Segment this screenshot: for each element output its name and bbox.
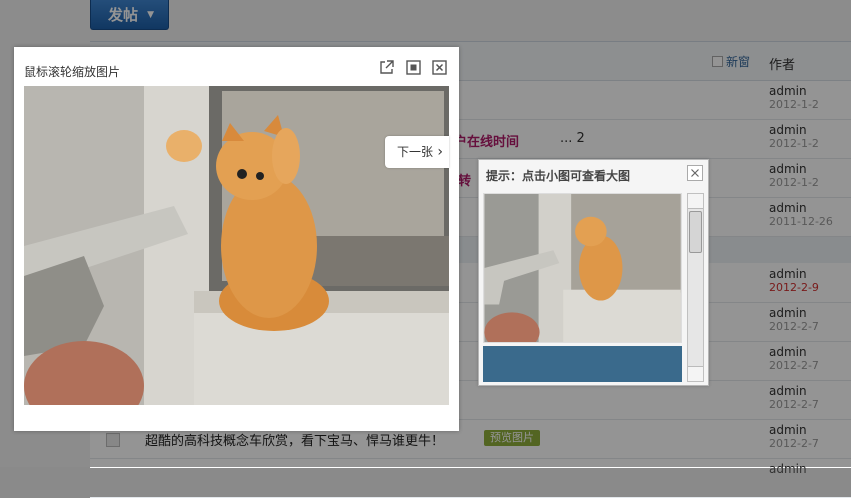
scrollbar[interactable] bbox=[687, 193, 704, 382]
scroll-up-arrow-icon[interactable] bbox=[688, 194, 703, 209]
scrollbar-thumb[interactable] bbox=[689, 211, 702, 253]
close-icon[interactable] bbox=[432, 60, 447, 75]
next-image-label: 下一张 bbox=[397, 145, 434, 159]
thumbnail-image[interactable] bbox=[483, 193, 682, 343]
zoom-hint: 鼠标滚轮缩放图片 bbox=[24, 65, 121, 79]
open-in-new-window-icon[interactable] bbox=[379, 60, 394, 75]
close-icon[interactable] bbox=[687, 165, 703, 181]
chevron-right-icon: › bbox=[437, 144, 443, 160]
kitten-photo bbox=[24, 86, 449, 405]
scroll-down-arrow-icon[interactable] bbox=[688, 366, 703, 381]
thumbnail-panel-title: 提示：点击小图可查看大图 bbox=[486, 169, 631, 183]
image-viewer: 鼠标滚轮缩放图片 下一张 › bbox=[14, 47, 459, 431]
next-image-button[interactable]: 下一张 › bbox=[385, 136, 449, 168]
fit-size-icon[interactable] bbox=[406, 60, 421, 75]
thumbnail-panel: 提示：点击小图可查看大图 bbox=[478, 159, 709, 386]
thumbnail-image[interactable] bbox=[483, 346, 682, 382]
